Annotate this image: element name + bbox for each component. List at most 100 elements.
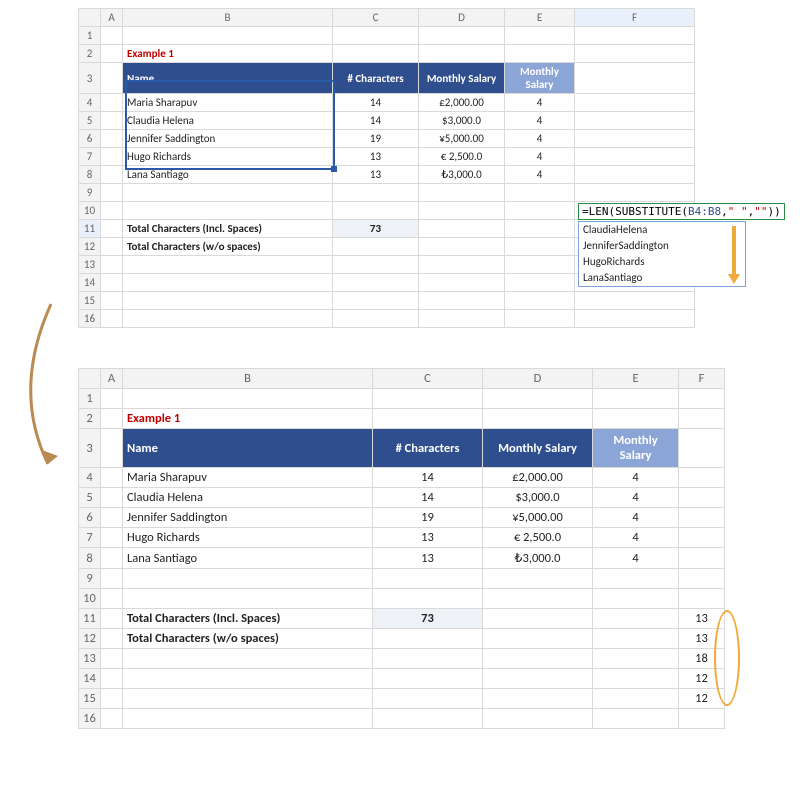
- cell-m[interactable]: 4: [505, 166, 575, 184]
- row-header[interactable]: 6: [79, 508, 101, 528]
- cell-m[interactable]: 4: [593, 528, 679, 548]
- cell-name[interactable]: Lana Santiago: [123, 548, 373, 569]
- col-header[interactable]: B: [123, 369, 373, 389]
- row-header[interactable]: 8: [79, 548, 101, 569]
- cell-name[interactable]: Maria Sharapuv: [123, 468, 373, 488]
- cell-chars[interactable]: 14: [373, 488, 483, 508]
- cell-name[interactable]: Jennifer Saddington: [123, 130, 333, 148]
- row-header[interactable]: 10: [79, 589, 101, 609]
- row-header[interactable]: 9: [79, 569, 101, 589]
- col-header[interactable]: B: [123, 9, 333, 27]
- row-header[interactable]: 10: [79, 202, 101, 220]
- row-header[interactable]: 2: [79, 409, 101, 429]
- col-header[interactable]: F: [575, 9, 695, 27]
- row-header[interactable]: 7: [79, 528, 101, 548]
- col-header[interactable]: E: [593, 369, 679, 389]
- row-header[interactable]: 13: [79, 649, 101, 669]
- total-incl-label: Total Characters (Incl. Spaces): [123, 220, 333, 238]
- cell-result[interactable]: 18: [679, 649, 725, 669]
- col-header[interactable]: E: [505, 9, 575, 27]
- cell-chars[interactable]: 14: [373, 468, 483, 488]
- col-header[interactable]: D: [483, 369, 593, 389]
- row-header[interactable]: 8: [79, 166, 101, 184]
- formula-text: =LEN(SUBSTITUTE(: [582, 205, 688, 218]
- cell-m[interactable]: 4: [505, 148, 575, 166]
- cell-chars[interactable]: 19: [373, 508, 483, 528]
- col-header[interactable]: A: [101, 9, 123, 27]
- row-header[interactable]: 14: [79, 669, 101, 689]
- cell-salary[interactable]: $3,000.0: [419, 112, 505, 130]
- cell-name[interactable]: Maria Sharapuv: [123, 94, 333, 112]
- cell-salary[interactable]: € 2,500.0: [419, 148, 505, 166]
- row-header[interactable]: 4: [79, 468, 101, 488]
- cell-chars[interactable]: 14: [333, 112, 419, 130]
- cell-m[interactable]: 4: [593, 488, 679, 508]
- row-header[interactable]: 5: [79, 488, 101, 508]
- col-header[interactable]: C: [373, 369, 483, 389]
- cell-salary[interactable]: ¥5,000.00: [483, 508, 593, 528]
- cell-name[interactable]: Claudia Helena: [123, 488, 373, 508]
- row-header[interactable]: 12: [79, 629, 101, 649]
- row-header[interactable]: 16: [79, 310, 101, 328]
- cell-m[interactable]: 4: [593, 548, 679, 569]
- row-header[interactable]: 12: [79, 238, 101, 256]
- corner-cell[interactable]: [79, 9, 101, 27]
- cell-m[interactable]: 4: [505, 94, 575, 112]
- row-header[interactable]: 11: [79, 220, 101, 238]
- cell-name[interactable]: Lana Santiago: [123, 166, 333, 184]
- header-salary2: Monthly Salary: [593, 429, 679, 468]
- cell-salary[interactable]: £2,000.00: [483, 468, 593, 488]
- row-header[interactable]: 1: [79, 389, 101, 409]
- col-header[interactable]: D: [419, 9, 505, 27]
- bottom-spreadsheet[interactable]: A B C D E F 1 2Example 1 3 Name # Charac…: [78, 368, 725, 729]
- header-chars: # Characters: [373, 429, 483, 468]
- row-header[interactable]: 7: [79, 148, 101, 166]
- row-header[interactable]: 16: [79, 709, 101, 729]
- cell-name[interactable]: Claudia Helena: [123, 112, 333, 130]
- total-incl-label: Total Characters (Incl. Spaces): [123, 609, 373, 629]
- col-header[interactable]: F: [679, 369, 725, 389]
- header-salary: Monthly Salary: [483, 429, 593, 468]
- cell-m[interactable]: 4: [593, 468, 679, 488]
- row-header[interactable]: 13: [79, 256, 101, 274]
- row-header[interactable]: 3: [79, 63, 101, 94]
- cell-m[interactable]: 4: [505, 112, 575, 130]
- cell-salary[interactable]: £2,000.00: [419, 94, 505, 112]
- row-header[interactable]: 14: [79, 274, 101, 292]
- cell-result[interactable]: 12: [679, 689, 725, 709]
- cell-salary[interactable]: ₺3,000.0: [419, 166, 505, 184]
- row-header[interactable]: 9: [79, 184, 101, 202]
- cell-result[interactable]: 13: [679, 609, 725, 629]
- corner-cell[interactable]: [79, 369, 101, 389]
- row-header[interactable]: 15: [79, 292, 101, 310]
- row-header[interactable]: 4: [79, 94, 101, 112]
- row-header[interactable]: 15: [79, 689, 101, 709]
- cell-salary[interactable]: ₺3,000.0: [483, 548, 593, 569]
- row-header[interactable]: 5: [79, 112, 101, 130]
- row-header[interactable]: 1: [79, 27, 101, 45]
- cell-result[interactable]: 12: [679, 669, 725, 689]
- cell-chars[interactable]: 13: [373, 528, 483, 548]
- cell-chars[interactable]: 13: [333, 148, 419, 166]
- col-header[interactable]: C: [333, 9, 419, 27]
- cell-salary[interactable]: $3,000.0: [483, 488, 593, 508]
- row-header[interactable]: 6: [79, 130, 101, 148]
- cell-salary[interactable]: € 2,500.0: [483, 528, 593, 548]
- row-header[interactable]: 3: [79, 429, 101, 468]
- cell-chars[interactable]: 13: [373, 548, 483, 569]
- cell-m[interactable]: 4: [593, 508, 679, 528]
- row-header[interactable]: 11: [79, 609, 101, 629]
- cell-chars[interactable]: 14: [333, 94, 419, 112]
- cell-result[interactable]: 13: [679, 629, 725, 649]
- cell-name[interactable]: Hugo Richards: [123, 148, 333, 166]
- cell-chars[interactable]: 13: [333, 166, 419, 184]
- col-header[interactable]: A: [101, 369, 123, 389]
- cell-salary[interactable]: ¥5,000.00: [419, 130, 505, 148]
- header-name: Name: [123, 429, 373, 468]
- cell-chars[interactable]: 19: [333, 130, 419, 148]
- cell-m[interactable]: 4: [505, 130, 575, 148]
- cell-name[interactable]: Hugo Richards: [123, 528, 373, 548]
- top-sheet-wrap: A B C D E F 1 2Example 1 3 Name # Charac…: [78, 8, 792, 328]
- cell-name[interactable]: Jennifer Saddington: [123, 508, 373, 528]
- row-header[interactable]: 2: [79, 45, 101, 63]
